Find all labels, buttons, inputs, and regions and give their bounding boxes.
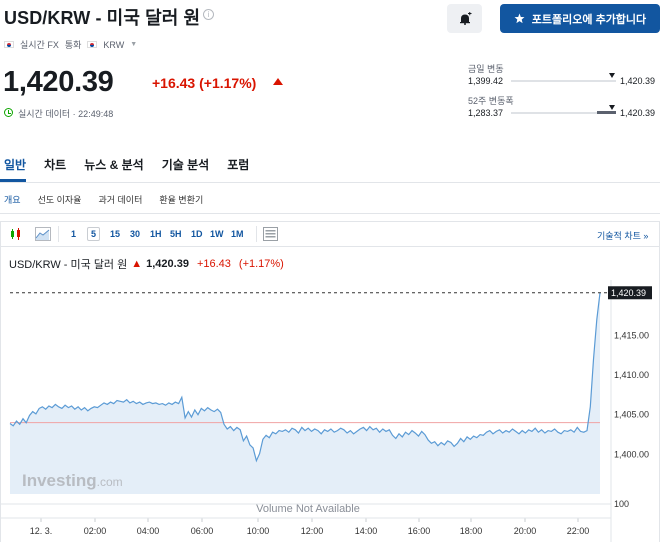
x-axis-tick: 22:00 [567,526,590,536]
chart-toolbar-divider [0,246,660,247]
info-icon[interactable]: i [203,9,214,20]
legend-symbol: USD/KRW - 미국 달러 원 [9,259,128,271]
table-view-icon[interactable] [263,227,278,246]
x-axis-tick: 02:00 [84,526,107,536]
area-chart-icon[interactable] [35,227,51,246]
x-axis-tick: 12:00 [301,526,324,536]
last-price: 1,420.39 [3,66,114,98]
instrument-meta: 실시간 FX 통화 KRW ▼ [4,38,137,51]
sub-tabs: 개요 선도 이자율 과거 데이터 환율 변환기 [4,193,220,206]
current-price-label: 1,420.39 [611,288,646,298]
subtab-forward-rates[interactable]: 선도 이자율 [38,193,82,206]
interval-1m[interactable]: 1M [231,229,244,239]
tab-overview[interactable]: 일반 [4,156,26,173]
bell-plus-icon [459,11,471,25]
x-axis-tick: 20:00 [514,526,537,536]
subtab-historical-data[interactable]: 과거 데이터 [98,193,142,206]
y-axis-tick: 1,400.00 [614,449,649,459]
52week-range-marker [609,105,615,110]
alert-button[interactable] [447,4,482,33]
52week-range-low: 1,283.37 [468,108,504,118]
interval-1h[interactable]: 1H [150,229,162,239]
price-change: +16.43 (+1.17%) [152,75,256,91]
52week-range-high: 1,420.39 [620,108,656,118]
52week-range-fill [597,111,616,114]
korea-flag-icon [4,41,14,48]
add-to-portfolio-button[interactable]: 포트폴리오에 추가합니다 [500,4,660,33]
portfolio-button-label: 포트폴리오에 추가합니다 [531,13,647,26]
candlestick-icon[interactable] [9,227,23,246]
subtab-summary[interactable]: 개요 [4,193,21,206]
price-chart[interactable]: Investing.com Volume Not Available 1,415… [0,280,660,542]
legend-change-percent: (+1.17%) [238,258,284,270]
interval-5h[interactable]: 5H [170,229,182,239]
y-axis-tick: 1,415.00 [614,330,649,340]
interval-1d[interactable]: 1D [191,229,203,239]
tab-chart[interactable]: 차트 [44,156,66,173]
star-icon [514,13,525,24]
x-axis-tick: 06:00 [191,526,214,536]
day-range-low: 1,399.42 [468,76,504,86]
up-arrow-icon: ▲ [131,258,143,270]
x-axis-tick: 16:00 [408,526,431,536]
currency-label: 통화 [64,40,82,50]
toolbar-separator [58,226,59,242]
interval-15[interactable]: 15 [110,229,120,239]
price-area-fill [10,292,600,494]
toolbar-separator [256,226,257,242]
chevron-down-icon[interactable]: ▼ [130,41,137,48]
advanced-chart-link[interactable]: 기술적 차트 » [597,229,648,242]
volume-not-available: Volume Not Available [256,503,360,515]
up-arrow-icon [273,78,283,85]
interval-30[interactable]: 30 [130,229,140,239]
legend-change: +16.43 [196,258,231,270]
currency-selector[interactable]: KRW [103,40,124,50]
realtime-timestamp: 실시간 데이터 · 22:49:48 [18,109,114,119]
tab-news[interactable]: 뉴스 & 분석 [84,156,144,173]
tab-technical[interactable]: 기술 분석 [162,156,210,173]
day-range-label: 금일 변동 [468,64,504,74]
day-range-high: 1,420.39 [620,76,656,86]
change-value: +16.43 [152,75,196,91]
y-axis-tick: 1,410.00 [614,370,649,380]
interval-1[interactable]: 1 [71,229,76,239]
chart-legend: USD/KRW - 미국 달러 원 ▲ 1,420.39 +16.43 (+1.… [9,256,284,272]
x-axis-tick: 12. 3. [30,526,53,536]
x-axis-tick: 18:00 [460,526,483,536]
x-axis-tick: 04:00 [137,526,160,536]
interval-1w[interactable]: 1W [210,229,224,239]
main-tabs: 일반 차트 뉴스 & 분석 기술 분석 포럼 [4,156,267,173]
52week-range-label: 52주 변동폭 [468,96,514,106]
y-axis-tick: 1,405.00 [614,410,649,420]
volume-axis-label: 100 [614,499,629,509]
tab-forum[interactable]: 포럼 [227,156,249,173]
x-axis-tick: 10:00 [247,526,270,536]
page-title: USD/KRW - 미국 달러 원 [4,8,201,28]
subtabs-divider [0,213,660,214]
day-range-bar [511,80,616,82]
interval-5[interactable]: 5 [87,227,101,241]
tabs-divider [0,182,660,183]
day-range-marker [609,73,615,78]
subtab-converter[interactable]: 환율 변환기 [159,193,203,206]
legend-price: 1,420.39 [146,258,189,270]
clock-icon [4,108,13,117]
x-axis-tick: 14:00 [355,526,378,536]
korea-flag-icon [87,41,98,48]
change-percent: (+1.17%) [199,75,257,91]
source-label: 실시간 FX [20,40,59,50]
